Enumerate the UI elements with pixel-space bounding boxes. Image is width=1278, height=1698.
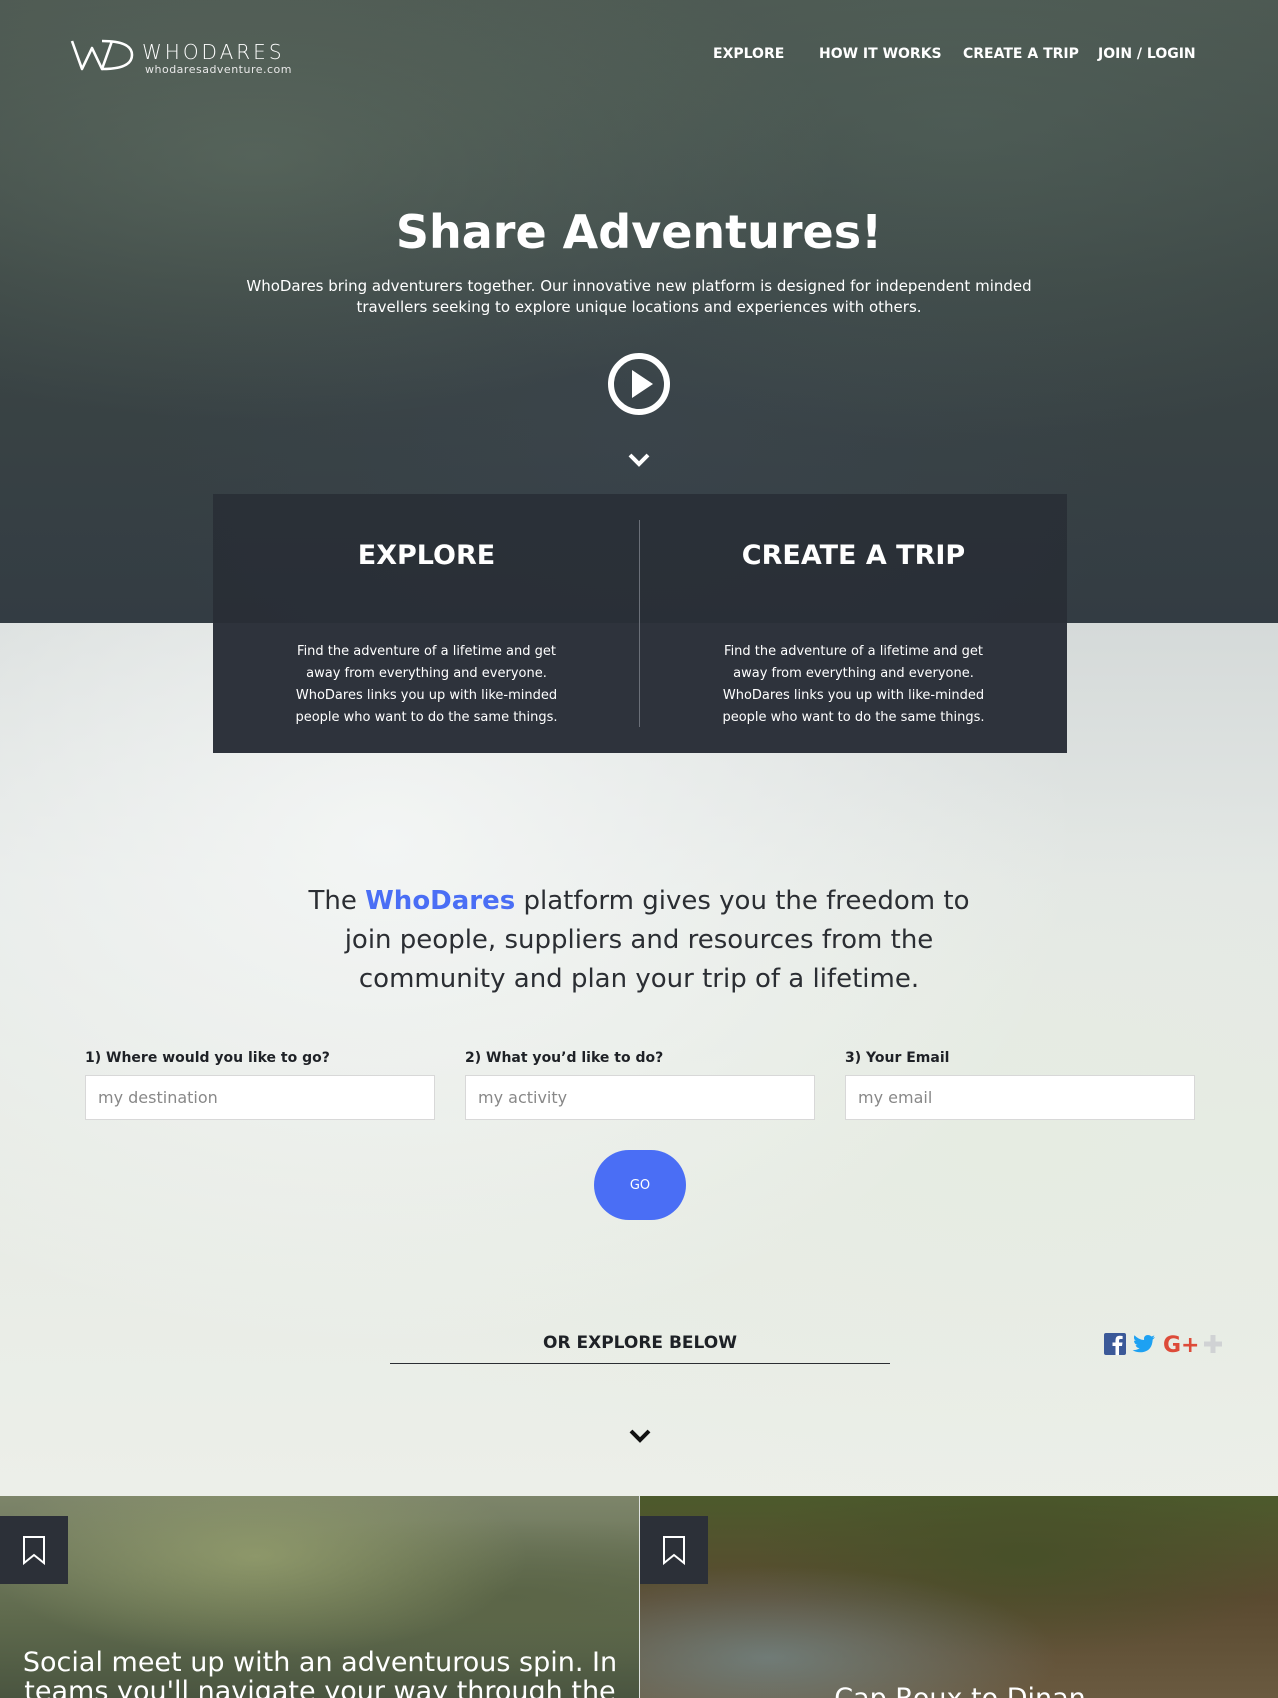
intro-brand: WhoDares xyxy=(365,886,516,916)
card-create-text: Find the adventure of a lifetime and get… xyxy=(722,644,985,725)
card-explore-text: Find the adventure of a lifetime and get… xyxy=(295,644,558,725)
trip-tile[interactable]: Social meet up with an adventurous spin.… xyxy=(0,1496,639,1698)
bookmark-icon xyxy=(23,1536,45,1566)
nav-create-a-trip[interactable]: CREATE A TRIP xyxy=(963,46,1079,62)
svg-text:G+: G+ xyxy=(1163,1333,1199,1355)
bookmark-button[interactable] xyxy=(640,1516,708,1584)
email-label: 3) Your Email xyxy=(845,1050,950,1066)
play-video-icon[interactable] xyxy=(607,352,671,416)
destination-label: 1) Where would you like to go? xyxy=(85,1050,330,1066)
card-create-title[interactable]: CREATE A TRIP xyxy=(640,540,1067,571)
twitter-icon[interactable] xyxy=(1132,1333,1156,1359)
card-explore-title[interactable]: EXPLORE xyxy=(213,540,640,571)
bookmark-button[interactable] xyxy=(0,1516,68,1584)
feature-cards: EXPLORE CREATE A TRIP Find the adventure… xyxy=(213,494,1067,753)
chevron-down-icon[interactable] xyxy=(627,452,651,468)
intro-lead: The xyxy=(308,886,366,916)
activity-label: 2) What you’d like to do? xyxy=(465,1050,664,1066)
hero-description: WhoDares bring adventurers together. Our… xyxy=(246,277,1032,316)
nav-explore[interactable]: EXPLORE xyxy=(713,46,784,62)
trip-tile-title: Cap Roux to Dinan xyxy=(660,1684,1260,1698)
hero-title: Share Adventures! xyxy=(395,205,883,259)
chevron-down-icon[interactable] xyxy=(628,1428,652,1444)
google-plus-icon[interactable]: G+ xyxy=(1163,1333,1200,1359)
go-button[interactable]: GO xyxy=(594,1150,686,1220)
share-icon[interactable] xyxy=(1202,1333,1224,1359)
activity-input[interactable] xyxy=(465,1075,815,1120)
email-input[interactable] xyxy=(845,1075,1195,1120)
trip-tile-title: Social meet up with an adventurous spin.… xyxy=(22,1647,618,1698)
facebook-icon[interactable] xyxy=(1104,1333,1126,1359)
destination-input[interactable] xyxy=(85,1075,435,1120)
platform-intro: The WhoDares platform gives you the free… xyxy=(289,882,989,999)
explore-below-heading: OR EXPLORE BELOW xyxy=(390,1333,890,1364)
nav-how-it-works[interactable]: HOW IT WORKS xyxy=(819,46,942,62)
trip-tile[interactable]: Cap Roux to Dinan xyxy=(640,1496,1278,1698)
bookmark-icon xyxy=(663,1536,685,1566)
main-nav: EXPLORE HOW IT WORKS CREATE A TRIP JOIN … xyxy=(0,46,1278,66)
nav-join-login[interactable]: JOIN / LOGIN xyxy=(1098,46,1196,62)
